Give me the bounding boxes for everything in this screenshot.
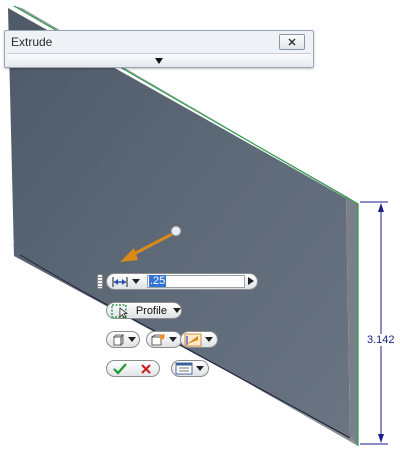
3d-viewport[interactable] [0,0,400,476]
height-dimension[interactable] [360,201,388,445]
distance-extents-icon [112,276,128,287]
ok-button[interactable] [107,361,133,376]
distance-input[interactable]: .25 [147,275,245,288]
dimension-arrow-bottom [378,434,384,443]
chevron-down-icon [205,337,213,342]
direction-icon [184,333,202,346]
direction-arrow-handle[interactable] [170,225,182,237]
more-options-dropdown[interactable] [171,360,209,377]
chevron-down-icon [169,337,177,342]
distance-flyout-arrow[interactable] [248,277,254,285]
chevron-down-icon [132,279,140,284]
ok-check-icon [113,362,127,375]
extrude-dialog: Extrude [4,30,314,68]
direction-dropdown[interactable] [180,331,218,348]
profile-select-icon [111,303,129,318]
cancel-button[interactable] [133,361,159,376]
chevron-down-icon [196,366,204,371]
close-icon [288,38,296,46]
cancel-x-icon [141,363,151,374]
operation-dropdown[interactable] [146,331,182,348]
chevron-down-icon [128,337,136,342]
close-button[interactable] [279,34,305,50]
more-options-icon [175,362,193,375]
output-type-dropdown[interactable] [106,331,140,348]
profile-button[interactable]: Profile [106,302,182,319]
chevron-down-icon [173,308,181,313]
distance-value: .25 [149,275,167,287]
solid-output-icon [113,333,124,346]
minitoolbar-grip[interactable] [97,274,103,289]
extruded-plate[interactable] [8,5,359,446]
ok-cancel-group [106,360,160,377]
expand-arrow-icon [155,57,163,64]
distance-control: .25 [106,273,258,290]
dialog-title: Extrude [11,35,53,49]
dimension-arrow-top [378,203,384,212]
profile-label: Profile [135,304,167,317]
dimension-value-label[interactable]: 3.142 [366,334,396,346]
operation-icon [150,334,166,345]
expand-dialog-button[interactable] [7,53,311,67]
extents-dropdown[interactable] [111,275,143,288]
